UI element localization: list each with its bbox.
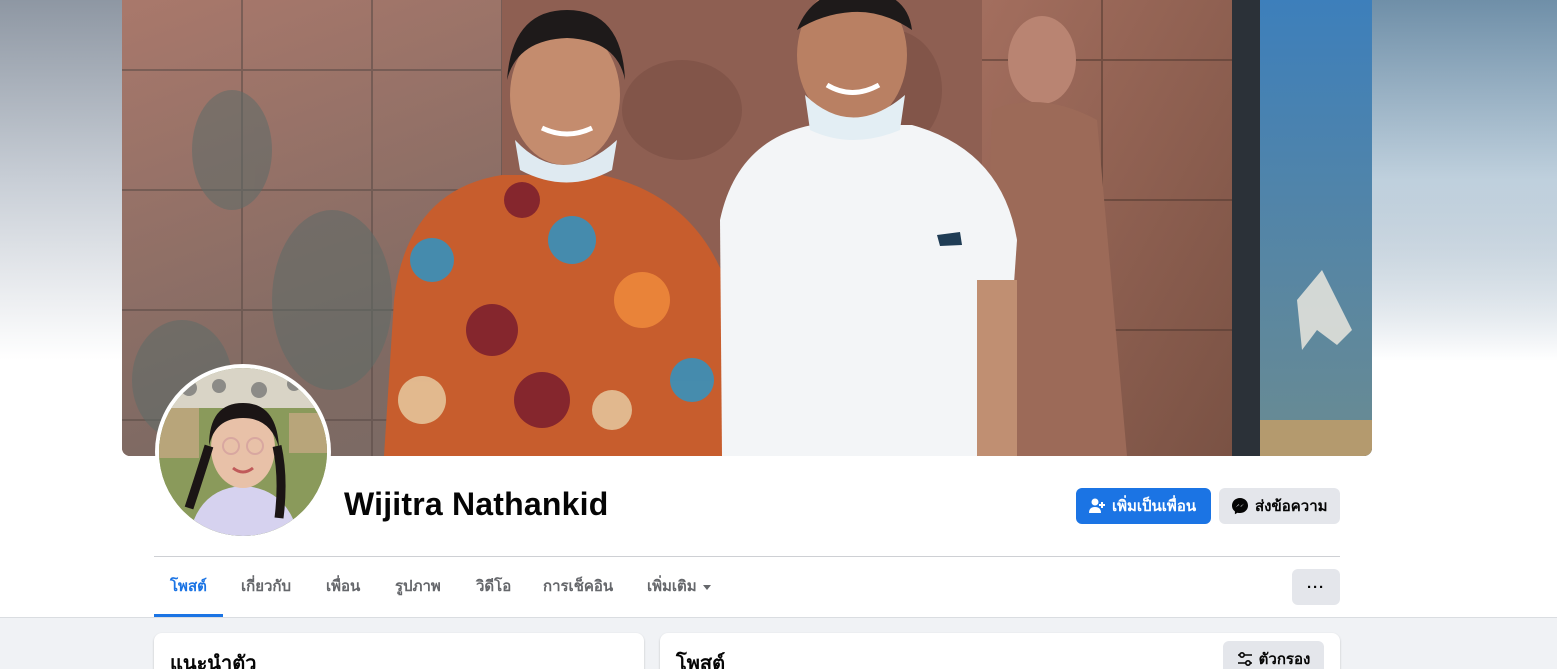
filter-label: ตัวกรอง	[1258, 651, 1311, 668]
tab-label: เกี่ยวกับ	[241, 578, 292, 595]
profile-picture[interactable]	[155, 364, 331, 540]
tab-videos[interactable]: วิดีโอ	[476, 557, 511, 617]
person-add-icon	[1088, 497, 1106, 515]
filter-button[interactable]: ตัวกรอง	[1223, 641, 1324, 669]
add-friend-label: เพิ่มเป็นเพื่อน	[1112, 498, 1197, 515]
tab-photos[interactable]: รูปภาพ	[395, 557, 441, 617]
more-options-button[interactable]: ···	[1292, 569, 1340, 605]
tab-label: เพิ่มเติม	[647, 578, 697, 595]
cover-photo-image	[122, 0, 1372, 456]
profile-name: Wijitra Nathankid	[344, 486, 609, 522]
messenger-icon	[1231, 497, 1249, 515]
add-friend-button[interactable]: เพิ่มเป็นเพื่อน	[1076, 488, 1211, 524]
tab-label: เพื่อน	[326, 578, 361, 595]
more-dots-icon: ···	[1307, 578, 1325, 596]
tab-label: วิดีโอ	[476, 578, 512, 595]
message-label: ส่งข้อความ	[1255, 498, 1328, 515]
posts-title: โพสต์	[676, 653, 726, 669]
tab-more[interactable]: เพิ่มเติม	[647, 557, 711, 617]
message-button[interactable]: ส่งข้อความ	[1219, 488, 1340, 524]
tab-posts[interactable]: โพสต์	[154, 557, 223, 617]
intro-title: แนะนำตัว	[170, 653, 257, 669]
cover-photo[interactable]	[122, 0, 1372, 456]
profile-picture-image	[159, 368, 327, 536]
tab-checkins[interactable]: การเช็คอิน	[543, 557, 613, 617]
filter-sliders-icon	[1237, 651, 1253, 667]
tab-label: โพสต์	[170, 578, 207, 595]
header-background-fade	[1367, 0, 1557, 360]
posts-card: โพสต์ ตัวกรอง	[660, 633, 1340, 669]
tab-label: การเช็คอิน	[543, 578, 614, 595]
intro-card: แนะนำตัว	[154, 633, 644, 669]
tab-about[interactable]: เกี่ยวกับ	[241, 557, 291, 617]
caret-down-icon	[702, 584, 711, 590]
tab-friends[interactable]: เพื่อน	[326, 557, 360, 617]
tab-label: รูปภาพ	[395, 578, 441, 595]
header-bottom-border	[0, 617, 1557, 618]
